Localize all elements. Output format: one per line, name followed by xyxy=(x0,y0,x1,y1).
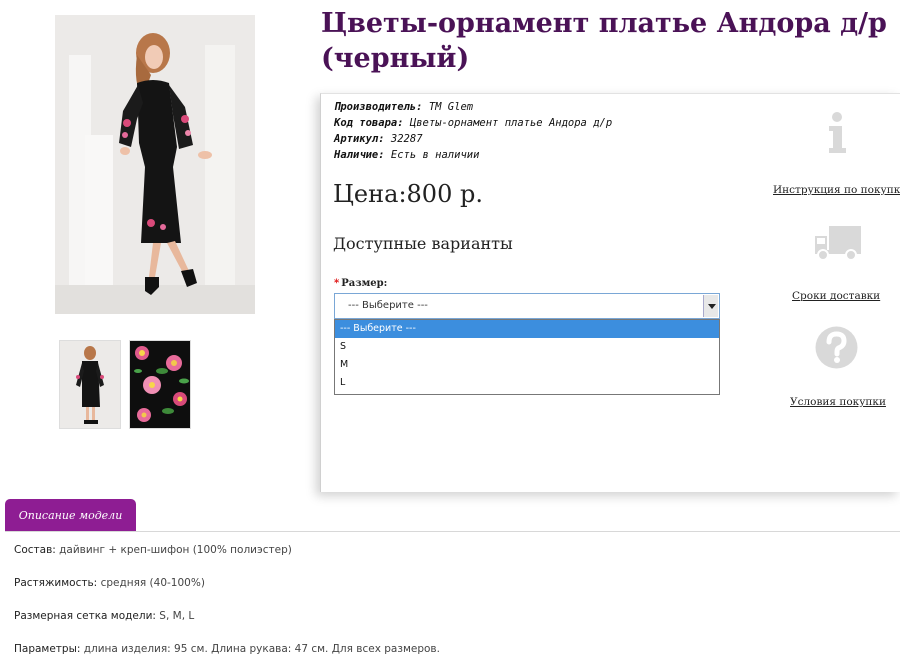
terms-link[interactable]: Условия покупки xyxy=(790,396,886,408)
product-specs: Производитель: TM Glem Код товара: Цветы… xyxy=(334,99,612,163)
dress-photo xyxy=(55,15,255,314)
spec-manufacturer: Производитель: TM Glem xyxy=(334,101,474,113)
question-icon xyxy=(814,325,859,370)
spec-availability: Наличие: Есть в наличии xyxy=(334,149,480,161)
related-products-strip xyxy=(0,656,900,661)
product-title: Цветы-орнамент платье Андора д/р (черный… xyxy=(321,8,887,74)
delivery-link[interactable]: Сроки доставки xyxy=(792,290,880,302)
product-price: Цена:800 р. xyxy=(333,180,483,208)
options-heading: Доступные варианты xyxy=(333,234,513,253)
thumb-photo-back xyxy=(60,341,120,428)
size-select[interactable]: --- Выберите --- xyxy=(334,293,720,319)
size-option-l[interactable]: L xyxy=(335,374,719,392)
tab-divider xyxy=(5,531,900,532)
desc-stretch: Растяжимость: средняя (40-100%) xyxy=(14,577,205,589)
product-main-image[interactable] xyxy=(55,15,255,314)
instruction-link[interactable]: Инструкция по покупке xyxy=(773,184,900,196)
required-mark: * xyxy=(334,278,340,289)
size-option-s[interactable]: S xyxy=(335,338,719,356)
spec-product-code: Код товара: Цветы-орнамент платье Андора… xyxy=(334,117,613,129)
thumbnail-1[interactable] xyxy=(59,340,121,429)
desc-size-grid: Размерная сетка модели: S, M, L xyxy=(14,610,195,622)
thumbnail-2[interactable] xyxy=(129,340,191,429)
product-info-panel: Производитель: TM Glem Код товара: Цветы… xyxy=(320,93,900,492)
size-select-value: --- Выберите --- xyxy=(348,300,428,311)
size-dropdown-list: --- Выберите --- S M L xyxy=(334,319,720,395)
chevron-down-icon[interactable] xyxy=(703,295,718,317)
size-label: * Размер: xyxy=(334,278,388,289)
info-icon xyxy=(817,110,857,156)
thumb-photo-print xyxy=(130,341,190,428)
tab-description[interactable]: Описание модели xyxy=(5,499,136,532)
desc-composition: Состав: дайвинг + креп-шифон (100% полиэ… xyxy=(14,544,292,556)
size-option-placeholder[interactable]: --- Выберите --- xyxy=(335,320,719,338)
desc-parameters: Параметры: длина изделия: 95 см. Длина р… xyxy=(14,643,440,655)
size-option-m[interactable]: M xyxy=(335,356,719,374)
spec-article: Артикул: 32287 xyxy=(334,133,423,145)
truck-icon xyxy=(813,222,863,262)
